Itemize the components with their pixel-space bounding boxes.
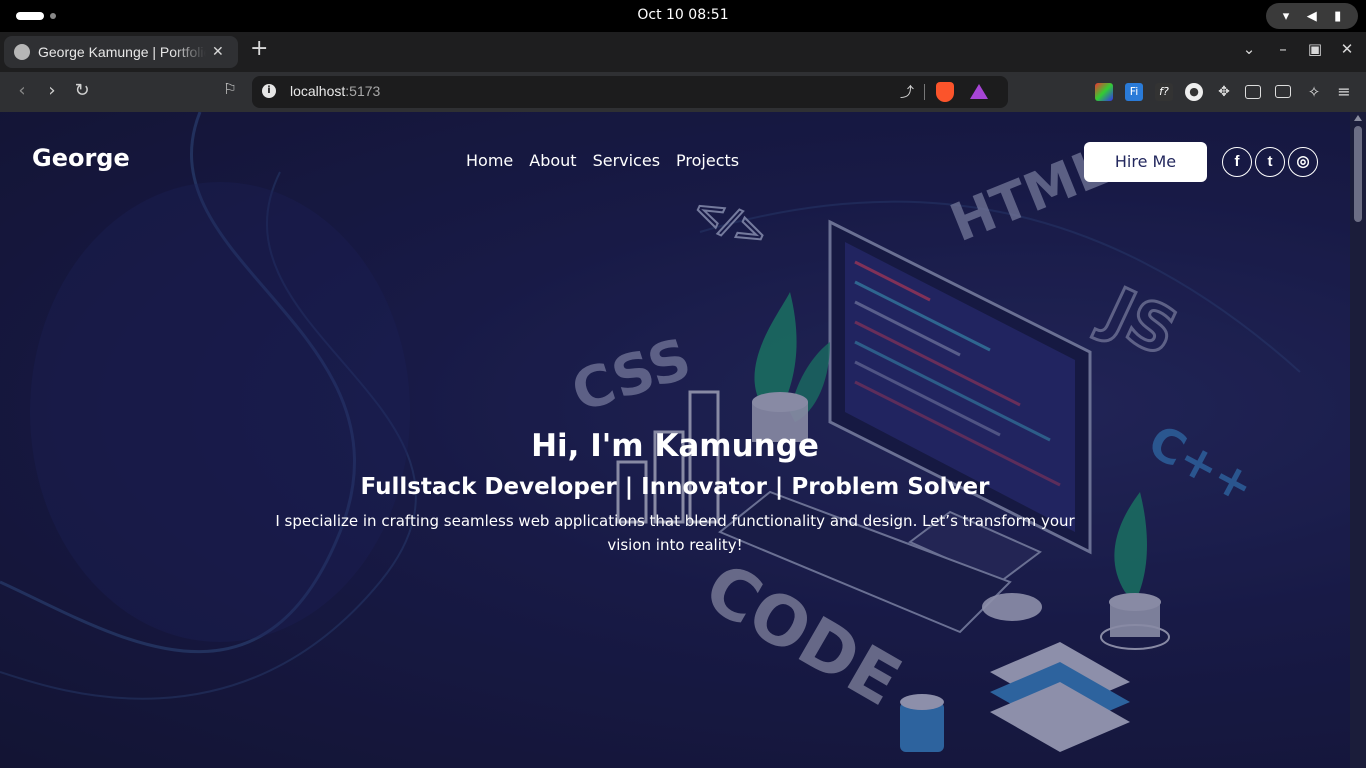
browser-toolbar: ‹ › ↻ ⚐ i localhost:5173 ⤴ Fi f? ● ✥ ✧ ≡ [0, 72, 1366, 112]
leo-ai-icon[interactable]: ✧ [1305, 83, 1323, 101]
fi-extension-icon[interactable]: Fi [1125, 83, 1143, 101]
page-scrollbar[interactable] [1350, 112, 1366, 768]
color-extension-icon[interactable] [1095, 83, 1113, 101]
scroll-up-arrow[interactable] [1354, 115, 1362, 121]
fx-extension-icon[interactable]: f? [1155, 83, 1173, 101]
close-window-button[interactable]: ✕ [1338, 40, 1356, 58]
bookmark-icon[interactable]: ⚐ [220, 80, 240, 98]
site-info-icon[interactable]: i [262, 84, 276, 98]
nav-link-projects[interactable]: Projects [676, 151, 739, 170]
hero-description: I specialize in crafting seamless web ap… [275, 512, 1075, 554]
close-tab-icon[interactable]: ✕ [212, 44, 224, 60]
hero-subtitle: Fullstack Developer | Innovator | Proble… [360, 474, 990, 500]
url-text[interactable]: localhost:5173 [290, 83, 380, 99]
menu-icon[interactable]: ≡ [1335, 83, 1353, 101]
nav-link-about[interactable]: About [529, 151, 576, 170]
reload-button[interactable]: ↻ [72, 80, 92, 101]
site-brand-logo[interactable]: George [32, 144, 130, 172]
share-icon[interactable]: ⤴ [900, 82, 914, 102]
wifi-icon: ▾ [1282, 8, 1290, 24]
minimize-button[interactable]: – [1274, 40, 1292, 58]
os-top-bar: Oct 10 08:51 ▾ ◀ ▮ [0, 0, 1366, 32]
globe-icon [14, 44, 30, 60]
page-viewport: </> HTML JS CSS C++ CODE George Home Abo… [0, 112, 1366, 768]
battery-icon: ▮ [1334, 8, 1342, 24]
brave-rewards-icon[interactable] [970, 84, 988, 99]
forward-button[interactable]: › [42, 80, 62, 101]
facebook-icon[interactable]: f [1222, 147, 1252, 177]
os-clock[interactable]: Oct 10 08:51 [0, 7, 1366, 23]
browser-tab-strip: George Kamunge | Portfolio ✕ + ⌄ – ▣ ✕ [0, 32, 1366, 72]
nav-link-services[interactable]: Services [593, 151, 660, 170]
brave-shields-icon[interactable] [936, 82, 954, 102]
hire-me-button[interactable]: Hire Me [1084, 142, 1207, 182]
address-bar[interactable]: i localhost:5173 ⤴ [252, 76, 1008, 108]
maximize-button[interactable]: ▣ [1306, 40, 1324, 58]
url-host: localhost [290, 83, 346, 99]
back-button[interactable]: ‹ [12, 80, 32, 101]
twitter-icon[interactable]: t [1255, 147, 1285, 177]
site-nav: Home About Services Projects [466, 151, 755, 170]
tab-title: George Kamunge | Portfolio [38, 44, 206, 60]
system-status-menu[interactable]: ▾ ◀ ▮ [1266, 3, 1358, 29]
tab-search-chevron-icon[interactable]: ⌄ [1240, 40, 1258, 58]
puzzle-extensions-icon[interactable]: ✥ [1215, 83, 1233, 101]
wallet-icon[interactable] [1275, 85, 1291, 98]
sidebar-icon[interactable] [1245, 85, 1261, 99]
instagram-icon[interactable]: ◎ [1288, 147, 1318, 177]
volume-icon: ◀ [1306, 8, 1317, 24]
new-tab-button[interactable]: + [250, 36, 268, 61]
hero-title: Hi, I'm Kamunge [531, 428, 819, 464]
url-port: :5173 [345, 83, 381, 99]
scroll-thumb[interactable] [1354, 126, 1362, 222]
url-divider [924, 84, 925, 100]
browser-tab[interactable]: George Kamunge | Portfolio ✕ [4, 36, 238, 68]
nav-link-home[interactable]: Home [466, 151, 513, 170]
circle-extension-icon[interactable]: ● [1185, 83, 1203, 101]
